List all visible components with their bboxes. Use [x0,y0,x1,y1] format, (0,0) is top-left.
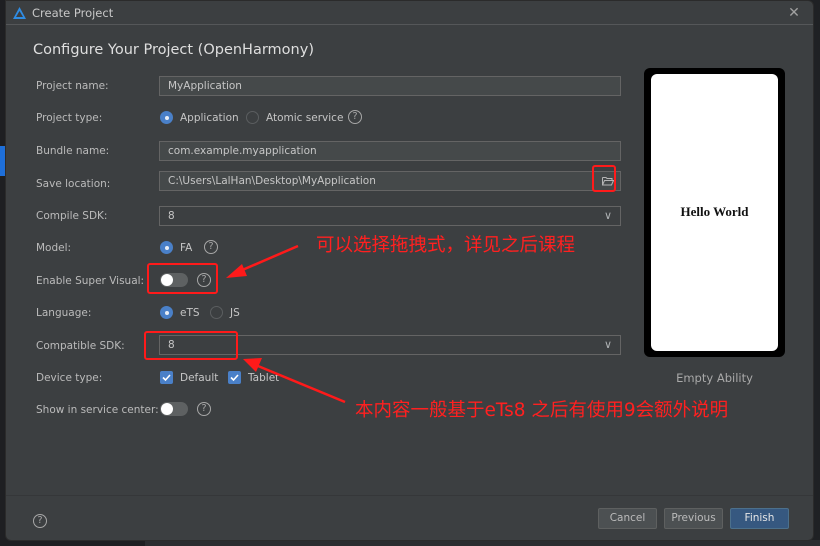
model-help[interactable]: ? [204,240,218,254]
service-center-label: Show in service center: [36,404,159,416]
previous-button[interactable]: Previous [664,508,723,529]
checkbox-tablet[interactable]: Tablet [228,371,279,384]
checkbox-checked[interactable] [160,371,173,384]
compile-sdk-label: Compile SDK: [36,210,108,222]
radio-button-selected[interactable] [160,241,173,254]
compatible-sdk-label: Compatible SDK: [36,340,125,352]
bundle-name-label: Bundle name: [36,145,110,157]
radio-atomic-service-label: Atomic service [266,111,344,124]
radio-atomic-service[interactable]: Atomic service [246,111,343,124]
device-preview: Hello World [644,68,785,357]
radio-fa[interactable]: FA [160,241,192,254]
radio-js[interactable]: JS [210,306,240,319]
create-project-dialog: Create Project ✕ Configure Your Project … [5,0,814,541]
checkmark-icon [230,374,239,382]
cancel-button[interactable]: Cancel [598,508,657,529]
footer-help-button[interactable]: ? [33,513,47,528]
annotation-box-super-visual [147,263,218,294]
radio-js-label: JS [230,306,240,319]
project-name-label: Project name: [36,80,109,92]
project-name-input[interactable]: MyApplication [159,76,621,96]
radio-application-label: Application [180,111,239,124]
radio-button[interactable] [210,306,223,319]
window-title: Create Project [32,5,114,20]
radio-ets-label: eTS [180,306,200,319]
template-name: Empty Ability [676,371,753,385]
language-label: Language: [36,307,92,319]
compile-sdk-select[interactable]: 8 ∨ [159,206,621,226]
close-icon[interactable]: ✕ [786,5,802,21]
service-center-toggle[interactable] [160,402,188,416]
radio-button-selected[interactable] [160,306,173,319]
radio-button-selected[interactable] [160,111,173,124]
radio-button[interactable] [246,111,259,124]
annotation-sdk-note: 本内容一般基于eTs8 之后有使用9会额外说明 [355,400,729,421]
help-icon[interactable]: ? [33,514,47,528]
compile-sdk-value: 8 [168,210,175,222]
title-bar: Create Project ✕ [6,1,813,25]
annotation-box-compatible-sdk [144,331,238,360]
help-icon[interactable]: ? [204,240,218,254]
save-location-label: Save location: [36,178,111,190]
page-title: Configure Your Project (OpenHarmony) [33,42,314,58]
radio-application[interactable]: Application [160,111,239,124]
footer-divider [6,495,813,496]
preview-hello-text: Hello World [680,203,749,219]
checkbox-default[interactable]: Default [160,371,218,384]
save-location-field[interactable]: C:\Users\LalHan\Desktop\MyApplication [159,171,621,191]
device-type-label: Device type: [36,372,103,384]
checkbox-default-label: Default [180,371,219,384]
service-center-toggle-group: ? [160,402,211,416]
model-label: Model: [36,242,72,254]
project-type-label: Project type: [36,112,103,124]
annotation-super-visual-note: 可以选择拖拽式，详见之后课程 [316,235,576,256]
super-visual-label: Enable Super Visual: [36,275,145,287]
chevron-down-icon[interactable]: ∨ [604,338,612,351]
checkmark-icon [162,374,171,382]
checkbox-checked[interactable] [228,371,241,384]
project-type-help[interactable]: ? [348,110,362,124]
radio-fa-label: FA [180,241,193,254]
checkbox-tablet-label: Tablet [248,371,280,384]
help-icon[interactable]: ? [348,110,362,124]
finish-button[interactable]: Finish [730,508,789,529]
bundle-name-input[interactable]: com.example.myapplication [159,141,621,161]
help-icon[interactable]: ? [197,402,211,416]
save-location-input[interactable]: C:\Users\LalHan\Desktop\MyApplication [168,175,376,187]
preview-screen: Hello World [651,74,778,351]
annotation-box-browse [592,165,616,192]
deveco-logo-icon [13,6,26,19]
chevron-down-icon[interactable]: ∨ [604,209,612,222]
radio-ets[interactable]: eTS [160,306,200,319]
